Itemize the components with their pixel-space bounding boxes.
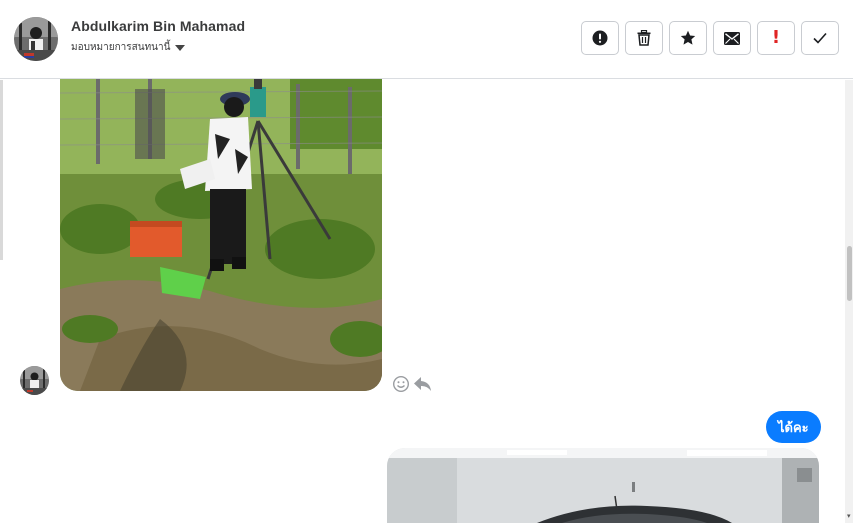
car-photo <box>387 448 819 523</box>
done-button[interactable] <box>801 21 839 55</box>
surveyor-photo <box>60 79 382 391</box>
mark-spam-button[interactable] <box>581 21 619 55</box>
outgoing-text-message[interactable]: ได้คะ <box>766 411 821 443</box>
star-icon <box>680 30 696 45</box>
trash-icon <box>637 30 651 46</box>
sender-avatar[interactable] <box>20 366 49 395</box>
contact-avatar[interactable] <box>14 17 58 61</box>
exclamation-red-icon: ! <box>771 27 781 48</box>
checkmark-icon <box>813 32 827 44</box>
panel-divider <box>0 80 3 260</box>
exclamation-circle-icon <box>592 30 608 46</box>
scrollbar-thumb[interactable] <box>847 246 852 301</box>
scroll-down-arrow-icon[interactable]: ▾ <box>847 512 851 520</box>
smiley-react-icon[interactable] <box>392 375 410 393</box>
envelope-icon <box>724 31 740 45</box>
incoming-photo-message[interactable] <box>60 79 382 391</box>
delete-button[interactable] <box>625 21 663 55</box>
header-actions: ! <box>581 21 839 55</box>
reply-icon[interactable] <box>413 375 432 393</box>
star-button[interactable] <box>669 21 707 55</box>
message-text: ได้คะ <box>778 419 809 435</box>
conversation-view: Abdulkarim Bin Mahamad มอบหมายการสนทนานี… <box>0 0 853 523</box>
contact-name[interactable]: Abdulkarim Bin Mahamad <box>71 18 245 34</box>
scrollbar-track[interactable] <box>845 80 853 523</box>
caret-down-icon <box>175 45 186 51</box>
mark-unread-button[interactable] <box>713 21 751 55</box>
assign-conversation-dropdown[interactable]: มอบหมายการสนทนานี้ <box>71 40 186 55</box>
outgoing-photo-message[interactable] <box>387 448 819 523</box>
conversation-header: Abdulkarim Bin Mahamad มอบหมายการสนทนานี… <box>0 0 853 79</box>
assign-label: มอบหมายการสนทนานี้ <box>71 42 171 53</box>
important-button[interactable]: ! <box>757 21 795 55</box>
